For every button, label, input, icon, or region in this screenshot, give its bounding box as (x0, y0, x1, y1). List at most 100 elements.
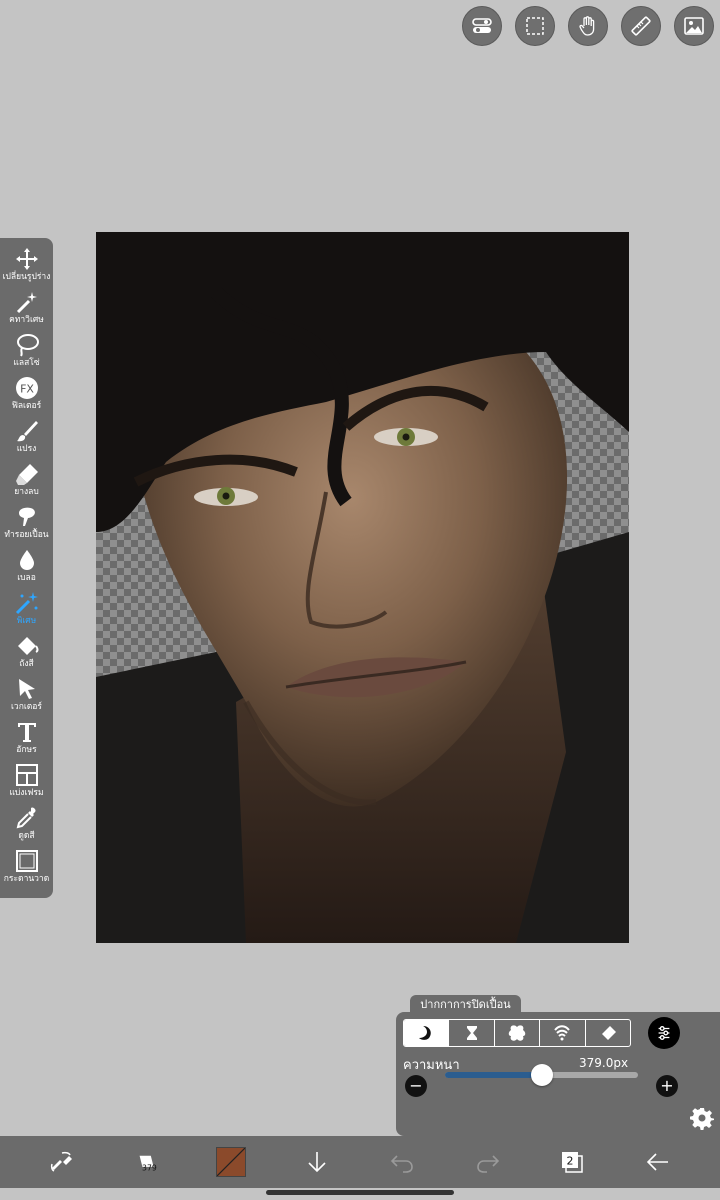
thickness-value: 379.0px (579, 1056, 629, 1070)
undo-button[interactable] (386, 1136, 418, 1188)
tool-label: แบ่งเฟรม (9, 788, 44, 798)
eraser-icon (601, 1026, 616, 1040)
move-icon (15, 248, 38, 270)
tool-label: เปลี่ยนรูปร่าง (2, 272, 51, 282)
drawing-canvas[interactable] (96, 232, 629, 943)
text-icon (17, 723, 36, 742)
mode-blob[interactable] (493, 1020, 539, 1046)
toggle-icon (472, 18, 492, 33)
cursor-icon (18, 679, 35, 699)
moon-icon (419, 1026, 431, 1040)
thickness-increase-button[interactable]: + (656, 1075, 678, 1097)
arrow-down-icon (308, 1152, 326, 1173)
svg-text:2: 2 (567, 1155, 574, 1168)
tool-label: พิเศษ (16, 616, 37, 626)
special-brush-icon (15, 592, 38, 615)
thickness-decrease-button[interactable]: − (405, 1075, 427, 1097)
svg-text:379: 379 (142, 1163, 157, 1172)
tool-label: แลสโซ่ (13, 358, 40, 368)
redo-icon (477, 1155, 500, 1173)
download-button[interactable] (302, 1136, 332, 1188)
eraser-icon (15, 464, 38, 485)
toggle-button[interactable] (462, 6, 502, 46)
brush-icon (16, 421, 38, 442)
mode-hourglass[interactable] (448, 1020, 493, 1046)
tool-filter[interactable]: FX ฟิลเตอร์ (0, 373, 53, 416)
ruler-button[interactable] (621, 6, 661, 46)
tool-label: เวกเตอร์ (11, 702, 42, 712)
tool-label: คทาวิเศษ (9, 315, 44, 325)
tool-label: ยางลบ (14, 487, 39, 497)
thickness-slider-fill (445, 1072, 542, 1078)
tool-smudge[interactable]: ทำรอยเปื้อน (0, 502, 53, 545)
image-button[interactable] (674, 6, 714, 46)
image-icon (684, 17, 704, 35)
tool-label: อักษร (16, 745, 37, 755)
magic-wand-icon (16, 292, 37, 314)
tool-blur[interactable]: เบลอ (0, 545, 53, 588)
tool-magic-wand[interactable]: คทาวิเศษ (0, 287, 53, 330)
tool-label: เบลอ (17, 573, 36, 583)
smudge-icon (18, 507, 35, 526)
canvas-icon (15, 850, 38, 872)
tool-lasso[interactable]: แลสโซ่ (0, 330, 53, 373)
selection-icon (526, 17, 544, 35)
bucket-icon (17, 637, 38, 655)
tool-fill[interactable]: ถังสี (0, 631, 53, 674)
undo-icon (390, 1155, 413, 1173)
bottom-toolbar: 379 2 (0, 1136, 720, 1188)
tool-canvas[interactable]: กระดานวาด (0, 846, 53, 889)
tool-label: ถังสี (19, 659, 34, 669)
mode-moon[interactable] (404, 1020, 449, 1046)
hand-button[interactable] (568, 6, 608, 46)
brush-size-button[interactable]: 379 (128, 1136, 168, 1188)
tool-special[interactable]: พิเศษ (0, 588, 53, 631)
tool-eraser[interactable]: ยางลบ (0, 459, 53, 502)
frame-divider-icon (15, 764, 38, 786)
tool-frame[interactable]: แบ่งเฟรม (0, 760, 53, 803)
swatch-slash (217, 1148, 245, 1176)
gear-icon[interactable] (690, 1106, 714, 1130)
hand-icon (579, 16, 595, 36)
selection-button[interactable] (515, 6, 555, 46)
drop-icon (19, 550, 34, 570)
brush-size-icon: 379 (139, 1155, 157, 1172)
layers-button[interactable]: 2 (556, 1136, 588, 1188)
fx-icon: FX (15, 377, 38, 399)
tool-transform[interactable]: เปลี่ยนรูปร่าง (0, 244, 53, 287)
tool-text[interactable]: อักษร (0, 717, 53, 760)
svg-text:FX: FX (20, 383, 34, 396)
tool-label: ทำรอยเปื้อน (4, 530, 49, 540)
arrow-left-icon (646, 1153, 668, 1171)
home-indicator (266, 1190, 454, 1195)
signal-icon (554, 1025, 571, 1041)
brush-settings-button[interactable] (648, 1017, 680, 1049)
sliders-icon (658, 1026, 670, 1040)
back-button[interactable] (642, 1136, 674, 1188)
tool-label: ฟิลเตอร์ (11, 401, 42, 411)
redo-button[interactable] (472, 1136, 504, 1188)
hourglass-icon (466, 1026, 477, 1040)
tool-eyedropper[interactable]: ดูดสี (0, 803, 53, 846)
blob-icon (508, 1025, 526, 1041)
tool-brush[interactable]: แปรง (0, 416, 53, 459)
thickness-slider-knob[interactable] (530, 1064, 553, 1086)
color-button[interactable] (214, 1136, 248, 1188)
mode-eraser[interactable] (584, 1020, 630, 1046)
tool-label: กระดานวาด (3, 874, 50, 884)
brush-eraser-swap-icon (50, 1151, 72, 1172)
lasso-icon (16, 334, 39, 357)
ruler-icon (631, 16, 651, 36)
thickness-slider[interactable] (445, 1064, 638, 1086)
swap-tool-button[interactable] (44, 1136, 78, 1188)
tool-label: ดูดสี (18, 831, 35, 841)
tool-palette: เปลี่ยนรูปร่าง คทาวิเศษ แลสโซ่ FX ฟิลเตอ… (0, 238, 53, 898)
tool-vector[interactable]: เวกเตอร์ (0, 674, 53, 717)
eyedropper-icon (16, 807, 36, 829)
brush-mode-selector (403, 1019, 631, 1047)
portrait-artwork (96, 232, 629, 943)
top-toolbar (462, 6, 714, 46)
color-swatch (216, 1147, 246, 1177)
layers-icon: 2 (562, 1152, 583, 1173)
mode-signal[interactable] (539, 1020, 584, 1046)
